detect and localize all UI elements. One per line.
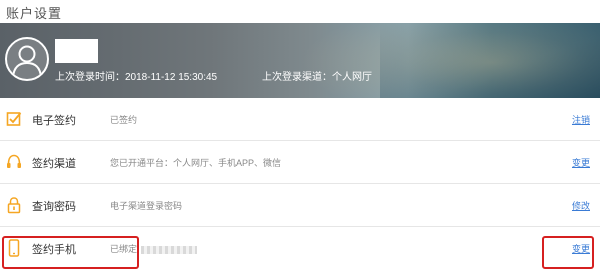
checkbox-icon bbox=[6, 112, 22, 126]
change-channel-link[interactable]: 变更 bbox=[572, 156, 590, 169]
profile-banner: 上次登录时间：2018-11-12 15:30:45 上次登录渠道：个人网厅 bbox=[0, 23, 600, 98]
user-icon bbox=[12, 45, 42, 78]
change-phone-link[interactable]: 变更 bbox=[572, 242, 590, 255]
avatar[interactable] bbox=[5, 37, 49, 81]
lock-icon bbox=[7, 197, 21, 214]
last-login-time-label: 上次登录时间： bbox=[55, 72, 125, 83]
setting-row-phone: 签约手机 已绑定 变更 bbox=[0, 227, 600, 269]
username-redacted bbox=[55, 39, 98, 63]
phone-icon bbox=[8, 239, 20, 257]
setting-label: 查询密码 bbox=[32, 201, 76, 213]
setting-label: 电子签约 bbox=[32, 115, 76, 127]
modify-password-link[interactable]: 修改 bbox=[572, 199, 590, 212]
last-login-time: 上次登录时间：2018-11-12 15:30:45 bbox=[55, 68, 217, 83]
setting-row-channel: 签约渠道 您已开通平台：个人网厅、手机APP、微信 变更 bbox=[0, 141, 600, 184]
settings-list: 电子签约 已签约 注销 签约渠道 您已开通平台：个人网厅、手机APP、微信 变更… bbox=[0, 98, 600, 269]
page-title: 账户设置 bbox=[6, 6, 63, 21]
setting-desc: 已绑定 bbox=[110, 242, 198, 255]
setting-label: 签约手机 bbox=[32, 244, 76, 256]
last-login-channel: 上次登录渠道：个人网厅 bbox=[262, 68, 372, 83]
last-login-channel-label: 上次登录渠道： bbox=[262, 72, 332, 83]
setting-desc: 已签约 bbox=[110, 115, 138, 125]
phone-number-redacted bbox=[141, 245, 198, 254]
last-login-time-value: 2018-11-12 15:30:45 bbox=[125, 72, 218, 83]
cancel-sign-link[interactable]: 注销 bbox=[572, 113, 590, 126]
last-login-channel-value: 个人网厅 bbox=[332, 72, 372, 83]
setting-label: 签约渠道 bbox=[32, 158, 76, 170]
setting-row-password: 查询密码 电子渠道登录密码 修改 bbox=[0, 184, 600, 227]
setting-desc: 您已开通平台：个人网厅、手机APP、微信 bbox=[110, 158, 282, 168]
setting-desc-text: 已绑定 bbox=[110, 244, 138, 254]
setting-row-e-sign: 电子签约 已签约 注销 bbox=[0, 98, 600, 141]
headset-icon bbox=[7, 154, 21, 168]
setting-desc: 电子渠道登录密码 bbox=[110, 201, 183, 211]
